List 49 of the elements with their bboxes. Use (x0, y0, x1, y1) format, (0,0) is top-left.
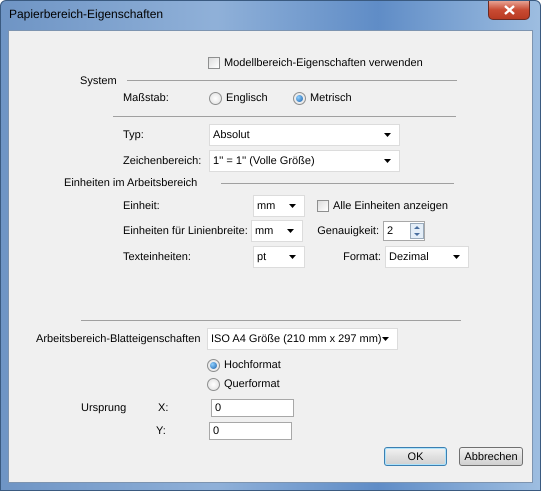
window-title: Papierbereich-Eigenschaften (9, 7, 164, 21)
spin-field[interactable]: 2 (383, 221, 425, 241)
radio-label[interactable]: Metrisch (310, 92, 352, 104)
field-label: Genauigkeit: (316, 225, 380, 237)
section-heading: System (80, 74, 118, 86)
field-label: Arbeitsbereich-Blatteigenschaften (36, 332, 202, 344)
checkbox[interactable] (208, 57, 220, 69)
radio-button[interactable] (293, 92, 306, 104)
caret-icon (453, 255, 460, 259)
field-label: Format: (342, 251, 382, 263)
field-label: Typ: (123, 129, 145, 141)
input-field[interactable]: 0 (209, 422, 292, 440)
field-label: Zeichenbereich: (123, 155, 202, 167)
radio-button[interactable] (207, 358, 220, 372)
caret-icon (287, 229, 294, 233)
field-label: Einheiten für Linienbreite: (123, 225, 249, 237)
spinner-arrows-icon (410, 223, 424, 239)
caret-icon (384, 159, 391, 163)
field-label: Y: (156, 425, 167, 437)
radio-label[interactable]: Querformat (224, 378, 280, 390)
dropdown[interactable]: pt (253, 246, 305, 268)
dialog-button[interactable]: OK (384, 447, 447, 466)
field-label: X: (158, 402, 170, 414)
caret-icon (289, 204, 296, 208)
field-label: Ursprung (81, 402, 128, 414)
dropdown[interactable]: Dezimal (385, 246, 469, 268)
checkbox-label[interactable]: Modellbereich-Eigenschaften verwenden (224, 57, 423, 69)
field-label: Maßstab: (123, 92, 170, 104)
input-field[interactable]: 0 (211, 399, 294, 417)
section-heading: Einheiten im Arbeitsbereich (64, 177, 198, 189)
radio-button[interactable] (209, 92, 222, 104)
dropdown[interactable]: 1'' = 1'' (Volle Größe) (209, 150, 400, 172)
radio-label[interactable]: Englisch (226, 92, 268, 104)
close-button[interactable] (488, 1, 530, 20)
dropdown[interactable]: ISO A4 Größe (210 mm x 297 mm) (207, 328, 398, 350)
dropdown[interactable]: mm (251, 220, 303, 242)
close-icon (504, 5, 514, 15)
checkbox-label[interactable]: Alle Einheiten anzeigen (333, 200, 448, 212)
radio-button[interactable] (207, 378, 220, 390)
dropdown[interactable]: Absolut (209, 124, 400, 146)
caret-icon (384, 133, 391, 137)
field-label: Texteinheiten: (123, 251, 192, 263)
radio-label[interactable]: Hochformat (224, 359, 281, 371)
field-label: Einheit: (123, 200, 161, 212)
caret-icon (289, 255, 296, 259)
dropdown[interactable]: mm (253, 195, 305, 217)
checkbox[interactable] (317, 200, 329, 212)
caret-icon (382, 336, 389, 340)
dialog-button[interactable]: Abbrechen (459, 447, 523, 466)
